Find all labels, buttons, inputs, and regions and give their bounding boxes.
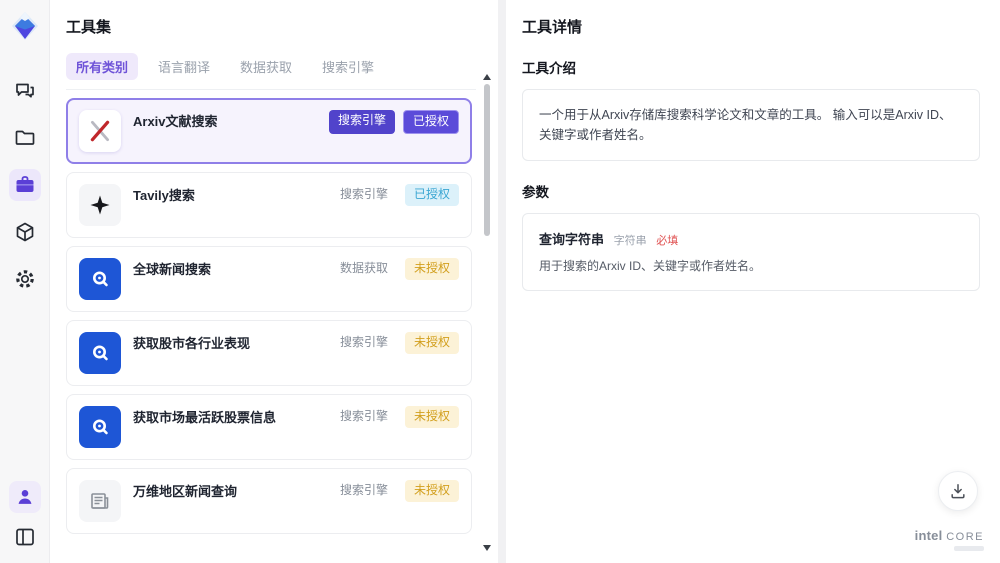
param-required-badge: 必填 (656, 235, 679, 247)
rail-bottom (8, 481, 41, 553)
tool-auth-badge: 已授权 (404, 184, 459, 206)
tab-语言翻译[interactable]: 语言翻译 (148, 53, 220, 80)
search-blue-icon (79, 406, 121, 448)
scrollbar-thumb[interactable] (484, 84, 490, 236)
tool-card[interactable]: Tavily搜索 搜索引擎 已授权 (66, 172, 472, 238)
tool-name: 全球新闻搜索 (133, 262, 212, 277)
tool-category-badge: 搜索引擎 (339, 409, 388, 423)
cube-icon[interactable] (9, 216, 41, 248)
scroll-down-arrow[interactable] (483, 545, 491, 551)
tools-panel-title: 工具集 (66, 19, 112, 36)
tool-auth-badge: 未授权 (404, 332, 459, 354)
param-row: 查询字符串 字符串 必填 (539, 229, 963, 248)
gear-icon[interactable] (9, 263, 41, 295)
rail-nav (8, 75, 41, 295)
tool-auth-badge: 未授权 (404, 406, 459, 428)
tool-auth-badge: 已授权 (402, 110, 459, 134)
user-icon[interactable] (8, 481, 41, 513)
intro-text: 一个用于从Arxiv存储库搜索科学论文和文章的工具。 输入可以是Arxiv ID… (539, 108, 952, 142)
newspaper-icon (79, 480, 121, 522)
tab-所有类别[interactable]: 所有类别 (66, 53, 139, 80)
icon-rail (0, 0, 50, 563)
panel-divider (498, 0, 506, 563)
tool-name: 获取市场最活跃股票信息 (133, 410, 277, 425)
tool-auth-badge: 未授权 (404, 480, 459, 502)
param-name: 查询字符串 (539, 232, 605, 247)
category-tabs: 所有类别 语言翻译 数据获取 搜索引擎 (66, 53, 476, 90)
tool-card[interactable]: Arxiv文献搜索 搜索引擎 已授权 (66, 98, 472, 164)
arxiv-icon (79, 110, 121, 152)
tool-category-badge: 数据获取 (339, 261, 388, 275)
brand-subtext-bar (954, 546, 984, 551)
details-panel: 工具详情 工具介绍 一个用于从Arxiv存储库搜索科学论文和文章的工具。 输入可… (506, 0, 1000, 563)
folder-icon[interactable] (9, 122, 41, 154)
brand-core-text: CORE (946, 531, 984, 543)
tab-搜索引擎[interactable]: 搜索引擎 (312, 53, 384, 80)
param-box: 查询字符串 字符串 必填 用于搜索的Arxiv ID、关键字或作者姓名。 (522, 213, 980, 291)
scrollbar (481, 74, 493, 551)
app-logo-icon[interactable] (7, 9, 43, 45)
tool-name: Tavily搜索 (133, 188, 195, 203)
tool-category-badge: 搜索引擎 (328, 110, 395, 134)
app-window: 工具集 所有类别 语言翻译 数据获取 搜索引擎 Arxiv文献搜索 搜索引擎 已授权 … (0, 0, 1000, 563)
scrollbar-track[interactable] (483, 84, 491, 541)
download-button[interactable] (938, 471, 978, 511)
tool-name: Arxiv文献搜索 (133, 114, 218, 129)
brand-intel-text: intel (914, 528, 943, 543)
briefcase-icon[interactable] (8, 169, 41, 201)
chat-icon[interactable] (9, 75, 41, 107)
search-blue-icon (79, 258, 121, 300)
search-blue-icon (79, 332, 121, 374)
tools-list: Arxiv文献搜索 搜索引擎 已授权 Tavily搜索 搜索引擎 已授权 全球新… (66, 98, 490, 550)
tool-card[interactable]: 万维地区新闻查询 搜索引擎 未授权 (66, 468, 472, 534)
panel-toggle-icon[interactable] (9, 521, 41, 553)
param-description: 用于搜索的Arxiv ID、关键字或作者姓名。 (539, 259, 762, 273)
download-icon (951, 484, 965, 499)
tool-category-badge: 搜索引擎 (339, 335, 388, 349)
tab-数据获取[interactable]: 数据获取 (230, 53, 302, 80)
tool-category-badge: 搜索引擎 (339, 483, 388, 497)
tool-name: 获取股市各行业表现 (133, 336, 251, 351)
tools-panel: 工具集 所有类别 语言翻译 数据获取 搜索引擎 Arxiv文献搜索 搜索引擎 已授权 … (50, 0, 498, 563)
intro-box: 一个用于从Arxiv存储库搜索科学论文和文章的工具。 输入可以是Arxiv ID… (522, 89, 980, 161)
details-title: 工具详情 (522, 19, 583, 36)
tool-auth-badge: 未授权 (404, 258, 459, 280)
tool-card[interactable]: 获取市场最活跃股票信息 搜索引擎 未授权 (66, 394, 472, 460)
tool-card[interactable]: 获取股市各行业表现 搜索引擎 未授权 (66, 320, 472, 386)
tool-category-badge: 搜索引擎 (339, 187, 388, 201)
params-heading: 参数 (522, 185, 549, 200)
tool-card[interactable]: 全球新闻搜索 数据获取 未授权 (66, 246, 472, 312)
tool-name: 万维地区新闻查询 (133, 484, 238, 499)
tavily-icon (79, 184, 121, 226)
param-type: 字符串 (613, 235, 647, 247)
scroll-up-arrow[interactable] (483, 74, 491, 80)
intel-core-logo: intel CORE (915, 528, 984, 551)
intro-heading: 工具介绍 (522, 61, 576, 76)
